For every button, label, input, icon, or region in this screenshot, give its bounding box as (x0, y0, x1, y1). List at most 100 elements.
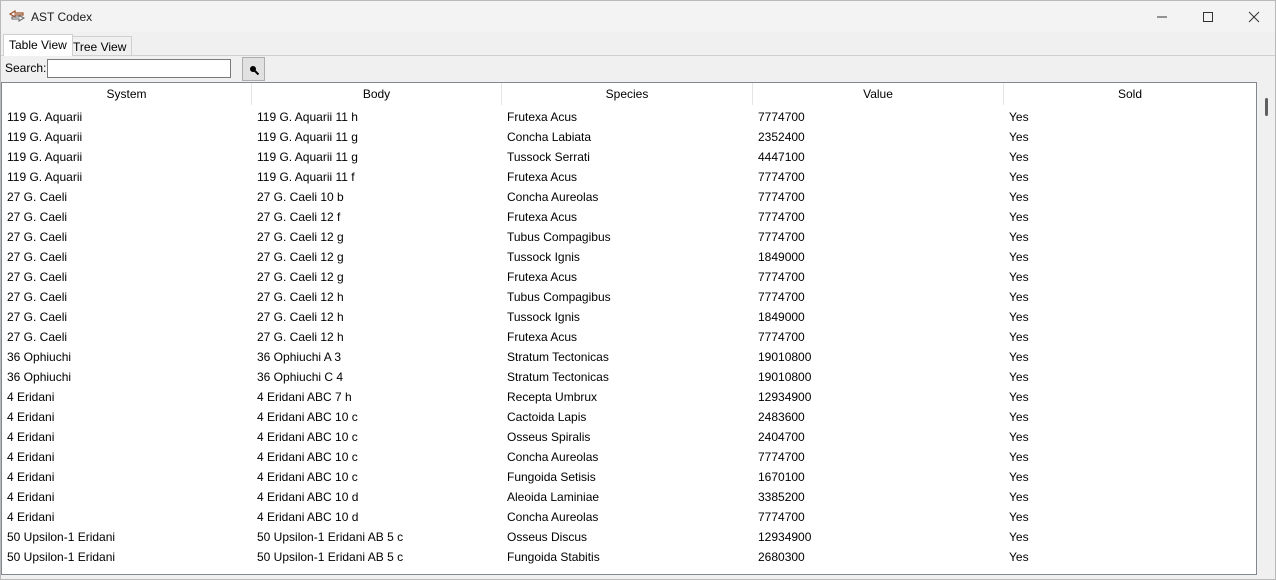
table-row[interactable]: 27 G. Caeli 27 G. Caeli 12 g Tussock Ignis… (2, 247, 1256, 267)
cell-value: 2352400 (758, 130, 805, 144)
vertical-scrollbar[interactable] (1258, 82, 1275, 575)
cell-system: 27 G. Caeli (7, 270, 68, 284)
table-row[interactable]: 36 Ophiuchi 36 Ophiuchi A 3 Stratum Tecton… (2, 347, 1256, 367)
cell-system: 4 Eridani (7, 390, 55, 404)
app-logo-icon (8, 9, 26, 22)
cell-system: 119 G. Aquarii (7, 170, 83, 184)
cell-system: 4 Eridani (7, 410, 55, 424)
cell-sold: Yes (1009, 210, 1029, 224)
cell-value: 7774700 (758, 510, 805, 524)
table-row[interactable]: 36 Ophiuchi 36 Ophiuchi C 4 Stratum Tecton… (2, 367, 1256, 387)
cell-body: 4 Eridani ABC 10 c (257, 470, 358, 484)
cell-species: Fungoida Setisis (507, 470, 596, 484)
cell-species: Recepta Umbrux (507, 390, 598, 404)
scrollbar-thumb[interactable] (1265, 98, 1268, 116)
tab-tree-view[interactable]: Tree View (67, 36, 133, 56)
cell-system: 4 Eridani (7, 430, 55, 444)
cell-system: 27 G. Caeli (7, 230, 68, 244)
cell-value: 7774700 (758, 190, 805, 204)
table-row[interactable]: 27 G. Caeli 27 G. Caeli 10 b Concha Aureol… (2, 187, 1256, 207)
cell-system: 119 G. Aquarii (7, 110, 83, 124)
table-row[interactable]: 119 G. Aquarii 119 G. Aquarii 11 h Frutexa… (2, 107, 1256, 127)
table-row[interactable]: 27 G. Caeli 27 G. Caeli 12 h Tubus Compagi… (2, 287, 1256, 307)
app-window: AST Codex Table View Tree View Search: S… (0, 0, 1276, 580)
cell-species: Concha Labiata (507, 130, 592, 144)
search-label: Search: (5, 61, 47, 75)
table-row[interactable]: 119 G. Aquarii 119 G. Aquarii 11 g Concha … (2, 127, 1256, 147)
cell-value: 7774700 (758, 210, 805, 224)
cell-system: 119 G. Aquarii (7, 150, 83, 164)
cell-species: Concha Aureolas (507, 190, 599, 204)
table-row[interactable]: 27 G. Caeli 27 G. Caeli 12 g Frutexa Acus 7… (2, 267, 1256, 287)
column-header-sold[interactable]: Sold (1004, 83, 1256, 105)
search-input[interactable] (47, 59, 231, 78)
column-header-value[interactable]: Value (753, 83, 1004, 105)
table-row[interactable]: 119 G. Aquarii 119 G. Aquarii 11 f Frutexa… (2, 167, 1256, 187)
cell-sold: Yes (1009, 190, 1029, 204)
cell-body: 27 G. Caeli 12 g (257, 250, 344, 264)
cell-species: Tussock Serrati (507, 150, 590, 164)
cell-system: 27 G. Caeli (7, 330, 68, 344)
column-header-species[interactable]: Species (502, 83, 753, 105)
cell-value: 7774700 (758, 110, 805, 124)
cell-body: 27 G. Caeli 10 b (257, 190, 344, 204)
table-row[interactable]: 4 Eridani 4 Eridani ABC 10 c Fungoida Seti… (2, 467, 1256, 487)
close-button[interactable] (1231, 1, 1275, 32)
cell-body: 27 G. Caeli 12 f (257, 210, 341, 224)
cell-value: 7774700 (758, 450, 805, 464)
cell-body: 50 Upsilon-1 Eridani AB 5 c (257, 530, 404, 544)
table-row[interactable]: 4 Eridani 4 Eridani ABC 10 d Concha Aureol… (2, 507, 1256, 527)
cell-system: 50 Upsilon-1 Eridani (7, 530, 116, 544)
tab-table-view[interactable]: Table View (3, 34, 73, 56)
cell-system: 27 G. Caeli (7, 190, 68, 204)
table-row[interactable]: 27 G. Caeli 27 G. Caeli 12 h Frutexa Acus 7… (2, 327, 1256, 347)
cell-body: 4 Eridani ABC 10 c (257, 450, 358, 464)
cell-value: 7774700 (758, 290, 805, 304)
maximize-button[interactable] (1185, 1, 1231, 32)
cell-sold: Yes (1009, 290, 1029, 304)
cell-value: 2680300 (758, 550, 805, 564)
cell-body: 36 Ophiuchi C 4 (257, 370, 344, 384)
cell-system: 50 Upsilon-1 Eridani (7, 550, 116, 564)
column-header-body[interactable]: Body (252, 83, 502, 105)
table-row[interactable]: 119 G. Aquarii 119 G. Aquarii 11 g Tussock… (2, 147, 1256, 167)
cell-species: Frutexa Acus (507, 170, 578, 184)
tab-divider (1, 55, 1275, 56)
cell-body: 4 Eridani ABC 10 d (257, 490, 359, 504)
table-row[interactable]: 4 Eridani 4 Eridani ABC 10 c Osseus Spiral… (2, 427, 1256, 447)
cell-sold: Yes (1009, 350, 1029, 364)
cell-body: 4 Eridani ABC 10 d (257, 510, 359, 524)
column-header-system[interactable]: System (2, 83, 252, 105)
cell-system: 4 Eridani (7, 470, 55, 484)
table-row[interactable]: 4 Eridani 4 Eridani ABC 7 h Recepta Umbrux… (2, 387, 1256, 407)
table-row[interactable]: 4 Eridani 4 Eridani ABC 10 c Concha Aureol… (2, 447, 1256, 467)
cell-body: 27 G. Caeli 12 g (257, 270, 344, 284)
table-row[interactable]: 27 G. Caeli 27 G. Caeli 12 h Tussock Ignis… (2, 307, 1256, 327)
cell-value: 19010800 (758, 350, 812, 364)
minimize-button[interactable] (1139, 1, 1185, 32)
table-row[interactable]: 27 G. Caeli 27 G. Caeli 12 f Frutexa Acus 7… (2, 207, 1256, 227)
search-button[interactable] (242, 57, 265, 81)
cell-sold: Yes (1009, 270, 1029, 284)
cell-species: Fungoida Stabitis (507, 550, 600, 564)
table-row[interactable]: 27 G. Caeli 27 G. Caeli 12 g Tubus Compagi… (2, 227, 1256, 247)
search-icon (250, 66, 259, 75)
cell-body: 36 Ophiuchi A 3 (257, 350, 342, 364)
cell-system: 36 Ophiuchi (7, 370, 72, 384)
cell-system: 119 G. Aquarii (7, 130, 83, 144)
cell-body: 27 G. Caeli 12 h (257, 290, 344, 304)
cell-system: 4 Eridani (7, 490, 55, 504)
cell-value: 3385200 (758, 490, 805, 504)
cell-sold: Yes (1009, 490, 1029, 504)
table-row[interactable]: 4 Eridani 4 Eridani ABC 10 c Cactoida Lapi… (2, 407, 1256, 427)
cell-body: 27 G. Caeli 12 h (257, 310, 344, 324)
table-row[interactable]: 4 Eridani 4 Eridani ABC 10 d Aleoida Lamin… (2, 487, 1256, 507)
cell-system: 36 Ophiuchi (7, 350, 72, 364)
cell-system: 27 G. Caeli (7, 210, 68, 224)
table-row[interactable]: 50 Upsilon-1 Eridani 50 Upsilon-1 Eridani… (2, 547, 1256, 567)
cell-sold: Yes (1009, 110, 1029, 124)
cell-value: 7774700 (758, 170, 805, 184)
cell-species: Concha Aureolas (507, 510, 599, 524)
table-row[interactable]: 50 Upsilon-1 Eridani 50 Upsilon-1 Eridani… (2, 527, 1256, 547)
close-icon (1248, 11, 1260, 23)
